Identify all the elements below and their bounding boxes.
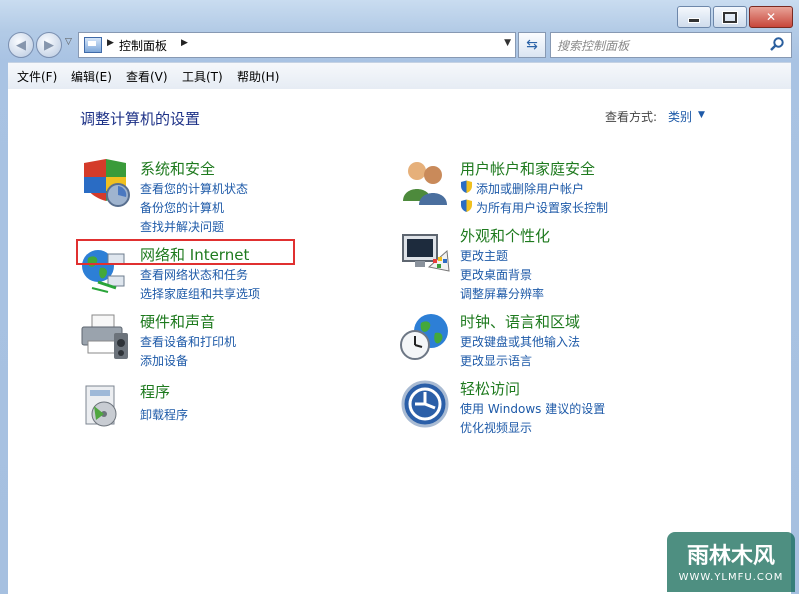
category-network-internet-title[interactable]: 网络和 Internet — [140, 244, 249, 265]
link-optimize-video[interactable]: 优化视频显示 — [460, 419, 532, 436]
search-box[interactable]: 搜索控制面板 — [550, 32, 792, 58]
link-change-background[interactable]: 更改桌面背景 — [460, 266, 532, 283]
users-icon[interactable] — [399, 157, 451, 209]
address-bar[interactable]: ▶ 控制面板 ▶ ▼ — [78, 32, 516, 58]
back-arrow-icon: ◀ — [16, 37, 26, 53]
monitor-palette-icon[interactable] — [399, 229, 451, 281]
chevron-down-icon[interactable]: ▼ — [698, 110, 705, 120]
link-change-theme[interactable]: 更改主题 — [460, 247, 508, 264]
refresh-button[interactable]: ⇆ — [518, 32, 546, 58]
link-change-display-language[interactable]: 更改显示语言 — [460, 352, 532, 369]
address-dropdown-icon[interactable]: ▼ — [504, 38, 511, 48]
uac-shield-icon — [461, 199, 472, 212]
navigation-bar: ◀ ▶ ▽ ▶ 控制面板 ▶ ▼ ⇆ 搜索控制面板 — [8, 31, 792, 59]
forward-arrow-icon: ▶ — [44, 37, 54, 53]
category-system-security-title[interactable]: 系统和安全 — [140, 158, 215, 179]
category-appearance-title[interactable]: 外观和个性化 — [460, 225, 550, 246]
link-troubleshoot[interactable]: 查找并解决问题 — [140, 218, 224, 235]
main-content: 调整计算机的设置 查看方式: 类别 ▼ 系统和安全 查看您的计算机状态 备份您的… — [8, 89, 791, 594]
shield-icon[interactable] — [78, 157, 130, 209]
link-recommended-settings[interactable]: 使用 Windows 建议的设置 — [460, 400, 605, 417]
close-icon: ✕ — [765, 10, 777, 24]
uac-shield-icon — [461, 180, 472, 193]
window-controls: ✕ — [675, 6, 793, 28]
breadcrumb-control-panel[interactable]: 控制面板 — [119, 37, 167, 54]
menu-edit[interactable]: 编辑(E) — [71, 68, 112, 85]
menu-tools[interactable]: 工具(T) — [182, 68, 223, 85]
ease-of-access-icon[interactable] — [399, 378, 451, 430]
page-title: 调整计算机的设置 — [80, 110, 201, 128]
window-frame: ✕ ◀ ▶ ▽ ▶ 控制面板 ▶ ▼ ⇆ 搜索控制面板 文件(F) 编辑(E) … — [0, 0, 799, 594]
link-view-computer-status[interactable]: 查看您的计算机状态 — [140, 180, 248, 197]
link-parental-controls[interactable]: 为所有用户设置家长控制 — [476, 199, 608, 216]
search-icon[interactable] — [769, 36, 785, 52]
view-by-dropdown[interactable]: 类别 — [668, 108, 692, 125]
menu-file[interactable]: 文件(F) — [17, 68, 57, 85]
link-add-device[interactable]: 添加设备 — [140, 352, 188, 369]
clock-globe-icon[interactable] — [399, 311, 451, 363]
watermark-url: WWW.YLMFU.COM — [678, 572, 784, 583]
watermark-title: 雨林木风 — [686, 544, 775, 569]
close-button[interactable]: ✕ — [749, 6, 793, 28]
menu-bar: 文件(F) 编辑(E) 查看(V) 工具(T) 帮助(H) — [8, 62, 791, 90]
search-input[interactable]: 搜索控制面板 — [557, 37, 629, 54]
control-panel-icon — [84, 37, 102, 53]
category-ease-of-access-title[interactable]: 轻松访问 — [460, 378, 520, 399]
menu-help[interactable]: 帮助(H) — [237, 68, 279, 85]
link-homegroup-sharing[interactable]: 选择家庭组和共享选项 — [140, 285, 260, 302]
programs-icon[interactable] — [78, 380, 130, 432]
category-programs-title[interactable]: 程序 — [140, 381, 170, 402]
link-add-remove-accounts[interactable]: 添加或删除用户帐户 — [476, 180, 584, 197]
link-devices-printers[interactable]: 查看设备和打印机 — [140, 333, 236, 350]
menu-view[interactable]: 查看(V) — [126, 68, 168, 85]
link-change-keyboard[interactable]: 更改键盘或其他输入法 — [460, 333, 580, 350]
breadcrumb-separator-icon[interactable]: ▶ — [107, 38, 114, 48]
link-backup-computer[interactable]: 备份您的计算机 — [140, 199, 224, 216]
forward-button[interactable]: ▶ — [36, 32, 62, 58]
minimize-icon — [678, 7, 710, 27]
minimize-button[interactable] — [677, 6, 711, 28]
view-by-label: 查看方式: — [605, 110, 658, 124]
maximize-button[interactable] — [713, 6, 747, 28]
category-clock-language-title[interactable]: 时钟、语言和区域 — [460, 311, 580, 332]
watermark-logo: 雨林木风 WWW.YLMFU.COM — [667, 532, 795, 592]
back-button[interactable]: ◀ — [8, 32, 34, 58]
link-network-status[interactable]: 查看网络状态和任务 — [140, 266, 248, 283]
recent-pages-dropdown[interactable]: ▽ — [65, 37, 75, 51]
printer-icon[interactable] — [78, 311, 130, 363]
refresh-icon: ⇆ — [526, 37, 538, 53]
link-uninstall-program[interactable]: 卸载程序 — [140, 406, 188, 423]
category-hardware-sound-title[interactable]: 硬件和声音 — [140, 311, 215, 332]
maximize-icon — [714, 7, 746, 27]
link-screen-resolution[interactable]: 调整屏幕分辨率 — [460, 285, 544, 302]
category-user-accounts-title[interactable]: 用户帐户和家庭安全 — [460, 158, 595, 179]
breadcrumb-chevron-icon[interactable]: ▶ — [181, 38, 188, 48]
